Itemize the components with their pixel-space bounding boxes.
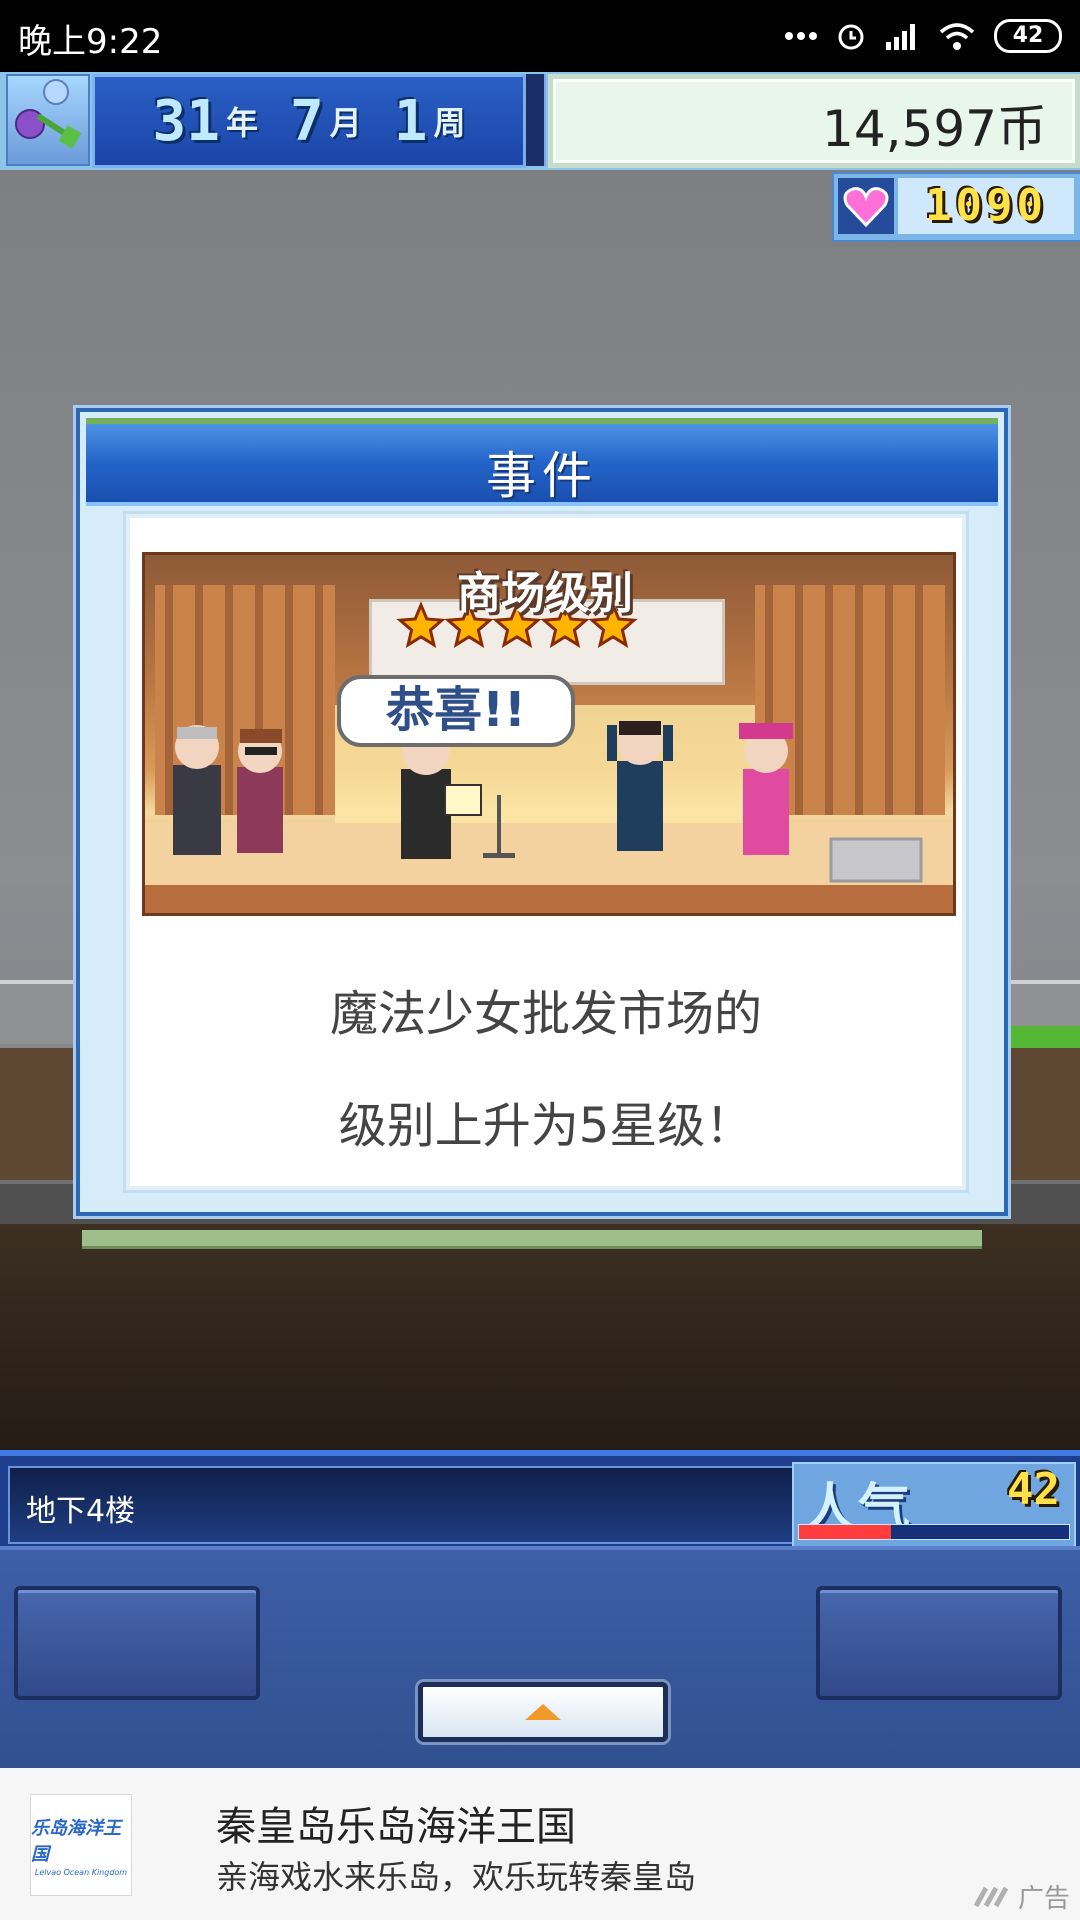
date-month-unit: 月: [329, 104, 362, 142]
money-display[interactable]: 14,597币: [548, 74, 1080, 168]
wifi-icon: [939, 23, 975, 50]
money-value: 14,597币: [822, 100, 1047, 158]
event-message-line-2: 级别上升为5星级！: [338, 1098, 754, 1154]
control-area: [0, 1546, 1080, 1776]
ad-slashes-icon: [973, 1886, 1009, 1907]
ad-banner[interactable]: 乐岛海洋王国 Lelvao Ocean Kingdom 秦皇岛乐岛海洋王国 亲海…: [0, 1768, 1080, 1920]
right-control-button[interactable]: [816, 1586, 1062, 1700]
popularity-panel[interactable]: 人气 42: [792, 1462, 1076, 1548]
flower-icon[interactable]: [6, 74, 90, 166]
event-dialog[interactable]: 事件 恭喜!! 商场级别 魔法少女批发市场的 级别上升为5星级！: [76, 408, 1008, 1216]
date-year-unit: 年: [225, 104, 258, 142]
status-bar: 晚上9:22 42: [0, 0, 1080, 72]
date-week-unit: 周: [433, 104, 466, 142]
date-month: 7: [289, 88, 324, 154]
event-message-line-1: 魔法少女批发市场的: [329, 986, 762, 1042]
flower-icon-graphic: [15, 79, 82, 149]
scroll-up-button[interactable]: [418, 1682, 668, 1742]
ad-subtitle: 亲海戏水来乐岛，欢乐玩转秦皇岛: [216, 1858, 697, 1896]
floor-label: 地下4楼: [26, 1494, 136, 1529]
signal-icon: [886, 24, 915, 50]
status-icons: 42: [784, 14, 1062, 58]
grass-patch: [1006, 1026, 1080, 1050]
hearts-value: 1090: [898, 178, 1074, 234]
battery-icon: 42: [994, 19, 1062, 53]
event-content: 恭喜!! 商场级别 魔法少女批发市场的 级别上升为5星级！: [126, 514, 966, 1190]
event-header: 事件: [86, 418, 998, 506]
underground-floor[interactable]: [82, 1230, 982, 1249]
heart-icon: [838, 178, 894, 234]
hud-divider: [524, 74, 546, 166]
heart-icon-graphic: [843, 187, 889, 227]
underground-area: [0, 1224, 1080, 1450]
alarm-icon: [838, 24, 864, 50]
ad-title[interactable]: 秦皇岛乐岛海洋王国: [216, 1794, 576, 1852]
ad-logo-subtext: Lelvao Ocean Kingdom: [34, 1867, 128, 1877]
hearts-display[interactable]: 1090: [832, 172, 1080, 242]
floor-bar: 地下4楼 人气 42: [0, 1450, 1080, 1552]
up-arrow-icon: [525, 1704, 561, 1720]
status-time: 晚上9:22: [18, 22, 163, 62]
event-title: 事件: [486, 447, 598, 505]
date-year: 31: [152, 88, 220, 154]
event-message: 魔法少女批发市场的 级别上升为5星级！: [130, 958, 962, 1182]
left-control-button[interactable]: [14, 1586, 260, 1700]
scene-banner-title: 商场级别: [457, 568, 633, 619]
top-hud: 31 年 7 月 1 周 14,597币: [0, 72, 1080, 170]
event-illustration: 恭喜!! 商场级别: [142, 552, 956, 916]
ad-logo[interactable]: 乐岛海洋王国 Lelvao Ocean Kingdom: [30, 1794, 132, 1896]
ad-tag-label: 广告: [1017, 1884, 1070, 1914]
more-dots-icon: [785, 32, 817, 40]
date-week: 1: [393, 88, 428, 154]
popularity-value: 42: [1007, 1464, 1060, 1515]
popularity-bar-fill: [799, 1525, 891, 1539]
ad-tag[interactable]: 广告: [972, 1878, 1070, 1915]
floor-panel[interactable]: 地下4楼: [8, 1466, 796, 1544]
popularity-bar: [798, 1524, 1070, 1540]
ad-logo-text: 乐岛海洋王国: [31, 1817, 121, 1865]
date-display[interactable]: 31 年 7 月 1 周: [92, 74, 526, 168]
